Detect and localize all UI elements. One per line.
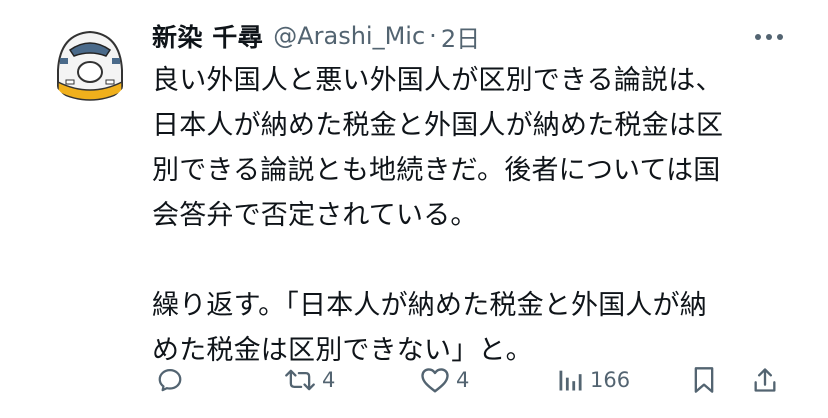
like-count: 4 — [456, 368, 470, 392]
heart-icon — [421, 368, 449, 393]
view-count: 166 — [590, 368, 631, 392]
body-line: 別できる論説とも地続きだ。後者については国 — [152, 155, 721, 186]
more-dots-icon[interactable] — [752, 22, 786, 52]
reply-icon — [158, 368, 182, 392]
repost-button[interactable]: 4 — [284, 360, 335, 400]
post-header: 新染 千尋 @Arashi_Mic · 2日 — [152, 16, 480, 56]
avatar[interactable] — [48, 20, 132, 104]
bookmark-button[interactable] — [692, 360, 716, 400]
bullet-train-avatar-icon — [48, 20, 132, 104]
post-body: 良い外国人と悪い外国人が区別できる論説は、 日本人が納めた税金と外国人が納めた税… — [152, 58, 792, 373]
body-line: 繰り返す。「日本人が納めた税金と外国人が納 — [152, 290, 707, 321]
bookmark-icon — [694, 367, 714, 393]
body-line: 日本人が納めた税金と外国人が納めた税金は区 — [152, 110, 724, 141]
body-line: 良い外国人と悪い外国人が区別できる論説は、 — [152, 65, 723, 96]
repost-icon — [285, 369, 315, 391]
share-icon — [754, 368, 776, 392]
user-handle[interactable]: @Arashi_Mic — [273, 22, 425, 50]
repost-count: 4 — [322, 368, 336, 392]
post-time[interactable]: 2日 — [441, 19, 480, 54]
reply-button[interactable] — [156, 360, 190, 400]
like-button[interactable]: 4 — [420, 360, 469, 400]
display-name[interactable]: 新染 千尋 — [152, 18, 263, 54]
views-bar-chart-icon — [559, 370, 582, 391]
share-button[interactable] — [752, 360, 778, 400]
views-button[interactable]: 166 — [556, 360, 630, 400]
separator-dot: · — [429, 22, 437, 50]
body-line: 会答弁で否定されている。 — [152, 200, 478, 231]
action-bar: 4 4 166 — [152, 360, 792, 400]
